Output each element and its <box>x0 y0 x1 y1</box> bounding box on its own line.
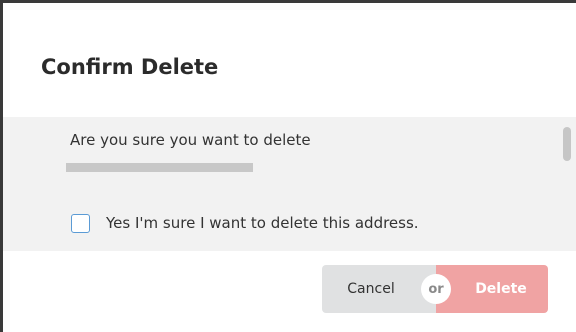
dialog-body: Are you sure you want to delete Yes I'm … <box>3 117 576 251</box>
confirm-delete-dialog: Confirm Delete Are you sure you want to … <box>3 3 576 332</box>
cancel-button[interactable]: Cancel <box>322 265 436 313</box>
redacted-address-name <box>66 163 253 172</box>
or-divider: or <box>421 274 451 304</box>
delete-message: Are you sure you want to delete <box>70 131 311 149</box>
scrollbar-thumb[interactable] <box>563 127 571 161</box>
delete-button[interactable]: Delete <box>436 265 548 313</box>
confirm-checkbox-label[interactable]: Yes I'm sure I want to delete this addre… <box>106 214 419 232</box>
confirm-checkbox[interactable] <box>71 213 90 233</box>
dialog-title: Confirm Delete <box>41 55 219 79</box>
confirm-checkbox-row[interactable]: Yes I'm sure I want to delete this addre… <box>71 211 419 235</box>
